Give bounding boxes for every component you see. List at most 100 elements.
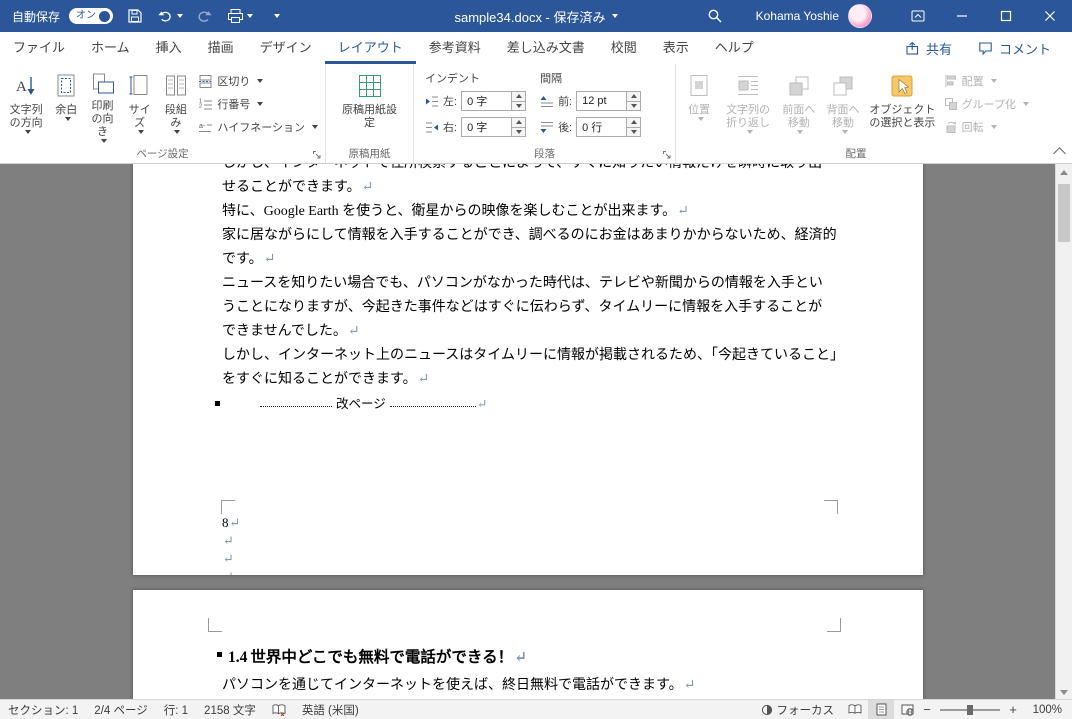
zoom-level-label: 100% xyxy=(1032,703,1062,716)
document-page-1[interactable]: しかし、インターネットで住所検索することによって、すぐに知りたい情報だけを瞬時に… xyxy=(133,164,923,575)
read-mode-button[interactable] xyxy=(842,700,868,719)
orientation-icon xyxy=(90,70,116,98)
title-bar: 自動保存 オン sample34.docx - 保存済み Kohama Yosh… xyxy=(0,0,1072,32)
comments-button[interactable]: コメント xyxy=(965,34,1064,62)
bring-forward-label: 前面へ移動 xyxy=(782,104,816,129)
indent-right-label: 右: xyxy=(443,122,458,134)
maximize-button[interactable] xyxy=(984,0,1028,32)
heading-number: 1.4 xyxy=(228,649,248,666)
doc-text-line: 特に、Google Earth を使うと、衛星からの映像を楽しむことが出来ます。 xyxy=(222,204,677,219)
spin-up-button[interactable] xyxy=(627,92,641,101)
spin-up-button[interactable] xyxy=(512,118,526,127)
group-label-paragraph: 段落 xyxy=(534,148,555,160)
autosave-toggle[interactable]: オン xyxy=(69,8,114,24)
indent-right-input[interactable] xyxy=(462,118,512,136)
chevron-down-icon xyxy=(101,139,108,143)
tab-file[interactable]: ファイル xyxy=(0,32,78,64)
zoom-out-button[interactable]: − xyxy=(920,702,934,717)
share-button[interactable]: 共有 xyxy=(892,34,965,62)
doc-text-line: 家に居ながらにして情報を入手することができ、調べるのにお金はあまりかからないため… xyxy=(222,228,837,243)
zoom-in-button[interactable]: + xyxy=(1006,702,1020,717)
indent-right-spinner xyxy=(461,117,527,137)
focus-button[interactable]: フォーカス xyxy=(753,700,843,719)
chevron-down-icon xyxy=(697,117,704,121)
spin-down-button[interactable] xyxy=(512,126,526,136)
undo-dropdown-icon xyxy=(177,14,184,18)
columns-button[interactable]: 段組み xyxy=(157,66,194,144)
tab-mailings[interactable]: 差し込み文書 xyxy=(494,32,598,64)
genko-setup-label: 原稿用紙設定 xyxy=(342,104,397,129)
line-numbers-button[interactable]: 12 行番号 xyxy=(194,94,322,114)
undo-button[interactable] xyxy=(157,3,184,29)
spin-down-button[interactable] xyxy=(627,126,641,136)
margins-button[interactable]: 余白 xyxy=(49,66,83,144)
minimize-button[interactable] xyxy=(940,0,984,32)
search-button[interactable] xyxy=(698,0,732,32)
outline-marker[interactable] xyxy=(215,401,220,406)
close-button[interactable] xyxy=(1028,0,1072,32)
tab-home[interactable]: ホーム xyxy=(78,32,143,64)
spin-down-button[interactable] xyxy=(627,100,641,110)
tab-references[interactable]: 参考資料 xyxy=(416,32,494,64)
paragraph-mark: ↵ xyxy=(223,533,234,548)
spin-down-button[interactable] xyxy=(512,100,526,110)
outline-marker[interactable] xyxy=(217,652,222,657)
tab-insert[interactable]: 挿入 xyxy=(143,32,195,64)
status-section[interactable]: セクション: 1 xyxy=(0,700,86,719)
word-window: 自動保存 オン sample34.docx - 保存済み Kohama Yosh… xyxy=(0,0,1072,719)
status-char-count[interactable]: 2158 文字 xyxy=(196,700,264,719)
spacing-after-input[interactable] xyxy=(577,118,627,136)
document-page-2[interactable]: 1.4 世界中どこでも無料で電話ができる！↵ パソコンを通じてインターネットを使え… xyxy=(133,590,923,700)
undo-icon xyxy=(158,11,171,22)
vertical-scrollbar[interactable] xyxy=(1055,164,1072,700)
zoom-level[interactable]: 100% xyxy=(1020,704,1072,716)
spin-up-button[interactable] xyxy=(627,118,641,127)
hyphenation-button[interactable]: a- ハイフネーション xyxy=(194,117,322,137)
print-layout-button[interactable] xyxy=(868,700,894,719)
tab-help[interactable]: ヘルプ xyxy=(702,32,767,64)
tab-review[interactable]: 校閲 xyxy=(598,32,650,64)
paragraph-mark: ↵ xyxy=(263,252,276,267)
scrollbar-thumb[interactable] xyxy=(1058,184,1070,242)
indent-left-input[interactable] xyxy=(462,92,512,110)
document-title: sample34.docx - 保存済み xyxy=(454,9,606,25)
share-label: 共有 xyxy=(925,41,952,57)
svg-text:A: A xyxy=(16,79,27,95)
breaks-button[interactable]: 区切り xyxy=(194,71,322,91)
customize-qat-button[interactable] xyxy=(262,3,288,29)
status-language[interactable]: 英語 (米国) xyxy=(294,700,367,719)
zoom-slider-thumb[interactable] xyxy=(967,704,973,715)
ribbon: A 文字列の方向 余白 印刷の向き サイズ 段組み 区切り 1 2 行番号 a-… xyxy=(0,64,1072,164)
quick-print-button[interactable] xyxy=(227,3,254,29)
selection-pane-button[interactable]: オブジェクトの選択と表示 xyxy=(865,66,940,144)
tab-view[interactable]: 表示 xyxy=(650,32,702,64)
user-name[interactable]: Kohama Yoshie xyxy=(756,9,839,23)
paragraph-dialog-launcher[interactable] xyxy=(661,149,673,161)
web-layout-button[interactable] xyxy=(894,700,920,719)
avatar[interactable] xyxy=(848,4,872,28)
tab-draw[interactable]: 描画 xyxy=(195,32,247,64)
status-page-count[interactable]: 2/4 ページ xyxy=(86,700,155,719)
tab-design[interactable]: デザイン xyxy=(247,32,325,64)
status-proofing[interactable] xyxy=(264,700,294,719)
spin-up-button[interactable] xyxy=(512,92,526,101)
text-direction-button[interactable]: A 文字列の方向 xyxy=(3,66,49,144)
redo-button[interactable] xyxy=(192,3,218,29)
bring-forward-button: 前面へ移動 xyxy=(777,66,821,144)
size-button[interactable]: サイズ xyxy=(122,66,158,144)
save-button[interactable] xyxy=(122,3,148,29)
tab-layout[interactable]: レイアウト xyxy=(324,32,416,64)
maximize-icon xyxy=(1000,10,1012,22)
scroll-down-button[interactable] xyxy=(1056,684,1072,700)
zoom-slider[interactable] xyxy=(940,704,1000,715)
genko-setup-button[interactable]: 原稿用紙設定 xyxy=(338,66,402,144)
doc-text-line: しかし、インターネットで住所検索することによって、すぐに知りたい情報だけを瞬時に… xyxy=(222,164,822,171)
status-line-number[interactable]: 行: 1 xyxy=(156,700,196,719)
collapse-ribbon-button[interactable] xyxy=(1053,147,1066,160)
scroll-up-button[interactable] xyxy=(1056,164,1072,180)
page-setup-dialog-launcher[interactable] xyxy=(311,149,323,161)
ribbon-display-options-button[interactable] xyxy=(896,0,940,32)
spacing-before-input[interactable] xyxy=(577,92,627,110)
orientation-button[interactable]: 印刷の向き xyxy=(83,66,122,144)
group-arrange: 位置 文字列の折り返し 前面へ移動 背面へ移動 オブジェクトの選択と表示 配置 … xyxy=(676,64,1036,163)
